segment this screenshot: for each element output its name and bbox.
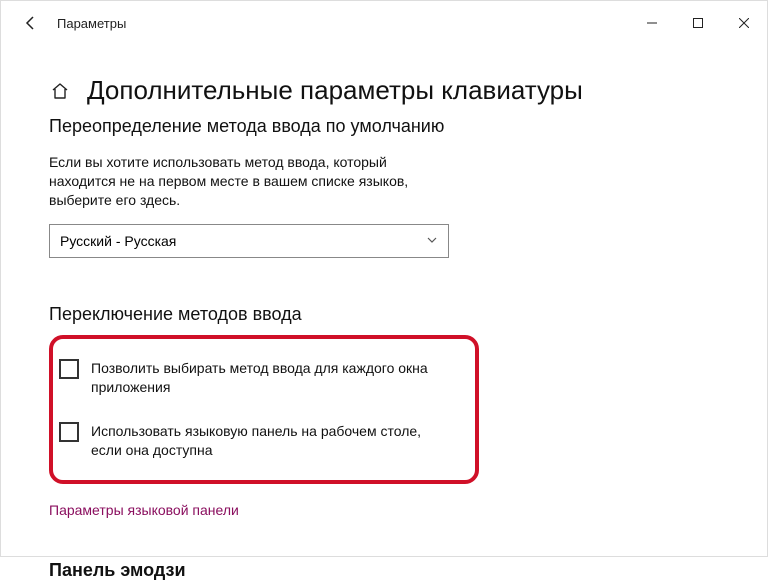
- minimize-button[interactable]: [629, 8, 675, 38]
- checkbox-language-bar[interactable]: [59, 422, 79, 442]
- section-switch-title: Переключение методов ввода: [49, 304, 719, 325]
- checkbox-per-window[interactable]: [59, 359, 79, 379]
- checkbox-language-bar-label: Использовать языковую панель на рабочем …: [91, 422, 431, 460]
- input-method-select[interactable]: Русский - Русская: [49, 224, 449, 258]
- back-button[interactable]: [15, 7, 47, 39]
- checkbox-per-window-label: Позволить выбирать метод ввода для каждо…: [91, 359, 431, 397]
- checkbox-row-language-bar[interactable]: Использовать языковую панель на рабочем …: [59, 416, 457, 466]
- maximize-button[interactable]: [675, 8, 721, 38]
- checkbox-row-per-window[interactable]: Позволить выбирать метод ввода для каждо…: [59, 353, 457, 403]
- close-button[interactable]: [721, 8, 767, 38]
- window-controls: [629, 8, 767, 38]
- chevron-down-icon: [426, 233, 438, 249]
- language-bar-settings-link[interactable]: Параметры языковой панели: [49, 502, 239, 518]
- section-override-title: Переопределение метода ввода по умолчани…: [49, 116, 719, 137]
- input-method-select-value: Русский - Русская: [60, 233, 176, 249]
- titlebar: Параметры: [1, 1, 767, 45]
- section-override-description: Если вы хотите использовать метод ввода,…: [49, 153, 449, 210]
- section-emoji-title: Панель эмодзи: [49, 560, 719, 581]
- window-title: Параметры: [57, 16, 629, 31]
- content-area: Дополнительные параметры клавиатуры Пере…: [1, 45, 767, 581]
- heading-row: Дополнительные параметры клавиатуры: [49, 75, 719, 106]
- home-icon[interactable]: [49, 80, 71, 102]
- page-title: Дополнительные параметры клавиатуры: [87, 75, 583, 106]
- highlighted-options-group: Позволить выбирать метод ввода для каждо…: [49, 335, 479, 485]
